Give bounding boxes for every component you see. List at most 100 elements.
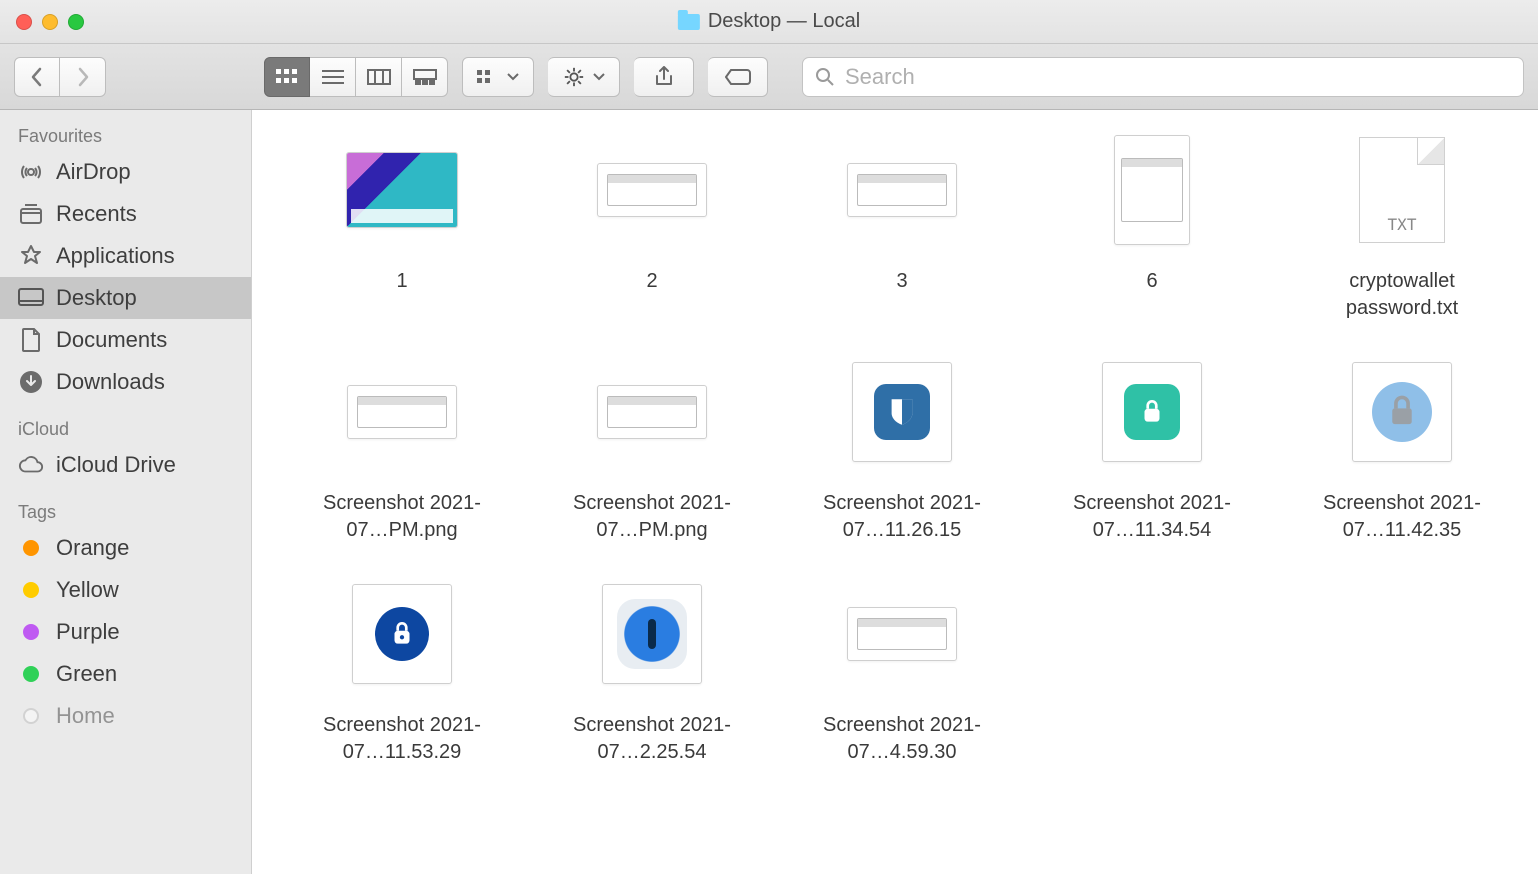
desktop-icon (18, 286, 44, 310)
file-item[interactable]: Screenshot 2021-07…2.25.54 (542, 574, 762, 766)
file-item[interactable]: 1 (292, 130, 512, 322)
file-thumbnail (592, 130, 712, 250)
tag-dot-icon (18, 620, 44, 644)
icloud-icon (18, 453, 44, 477)
file-item[interactable]: Screenshot 2021-07…11.26.15 (792, 352, 1012, 544)
file-thumbnail (342, 352, 462, 472)
sidebar-label: Desktop (56, 285, 137, 311)
file-name: Screenshot 2021-07…11.26.15 (802, 490, 1002, 544)
file-name: Screenshot 2021-07…2.25.54 (552, 712, 752, 766)
file-item[interactable]: 6 (1042, 130, 1262, 322)
window-controls (0, 14, 84, 30)
sidebar-tag-purple[interactable]: Purple (0, 611, 251, 653)
file-item[interactable]: TXT cryptowallet password.txt (1292, 130, 1512, 322)
sidebar-label: Green (56, 661, 117, 687)
file-name: Screenshot 2021-07…PM.png (302, 490, 502, 544)
sidebar-tag-yellow[interactable]: Yellow (0, 569, 251, 611)
back-button[interactable] (14, 57, 60, 97)
forward-button[interactable] (60, 57, 106, 97)
group-icon (477, 70, 499, 84)
column-view-button[interactable] (356, 57, 402, 97)
group-button[interactable] (462, 57, 534, 97)
downloads-icon (18, 370, 44, 394)
recents-icon (18, 202, 44, 226)
file-name: cryptowallet password.txt (1302, 268, 1502, 322)
file-name: 3 (896, 268, 907, 295)
search-input[interactable] (845, 64, 1511, 90)
window-body: Favourites AirDrop Recents Applications … (0, 110, 1538, 874)
sidebar-item-applications[interactable]: Applications (0, 235, 251, 277)
close-button[interactable] (16, 14, 32, 30)
sidebar-label: Applications (56, 243, 175, 269)
sidebar-header-icloud: iCloud (0, 413, 251, 444)
tag-dot-icon (18, 536, 44, 560)
share-button[interactable] (634, 57, 694, 97)
file-item[interactable]: Screenshot 2021-07…PM.png (542, 352, 762, 544)
chevron-left-icon (30, 67, 44, 87)
sidebar-tag-green[interactable]: Green (0, 653, 251, 695)
file-thumbnail (342, 574, 462, 694)
sidebar-item-documents[interactable]: Documents (0, 319, 251, 361)
sidebar-item-airdrop[interactable]: AirDrop (0, 151, 251, 193)
file-grid[interactable]: 1 2 3 6 TXT cryptowallet password.txt Sc… (252, 110, 1538, 874)
icon-view-button[interactable] (264, 57, 310, 97)
chevron-down-icon (593, 73, 605, 81)
sidebar-label: iCloud Drive (56, 452, 176, 478)
applications-icon (18, 244, 44, 268)
toolbar (0, 44, 1538, 110)
share-icon (654, 66, 674, 88)
search-field[interactable] (802, 57, 1524, 97)
sidebar-item-desktop[interactable]: Desktop (0, 277, 251, 319)
sidebar-label: AirDrop (56, 159, 131, 185)
action-button[interactable] (548, 57, 620, 97)
file-thumbnail (1342, 352, 1462, 472)
file-thumbnail (842, 574, 962, 694)
file-thumbnail (592, 574, 712, 694)
grid-icon (276, 69, 298, 85)
minimize-button[interactable] (42, 14, 58, 30)
sidebar-item-downloads[interactable]: Downloads (0, 361, 251, 403)
sidebar-label: Home (56, 703, 115, 729)
file-item[interactable]: 2 (542, 130, 762, 322)
file-thumbnail: TXT (1342, 130, 1462, 250)
tags-button[interactable] (708, 57, 768, 97)
sidebar: Favourites AirDrop Recents Applications … (0, 110, 252, 874)
tag-dot-icon (18, 704, 44, 728)
airdrop-icon (18, 160, 44, 184)
folder-icon (678, 14, 700, 30)
gallery-view-button[interactable] (402, 57, 448, 97)
window-title-text: Desktop — Local (708, 10, 860, 33)
file-name: 6 (1146, 268, 1157, 295)
file-item[interactable]: 3 (792, 130, 1012, 322)
file-name: Screenshot 2021-07…11.53.29 (302, 712, 502, 766)
file-item[interactable]: Screenshot 2021-07…4.59.30 (792, 574, 1012, 766)
sidebar-label: Downloads (56, 369, 165, 395)
sidebar-label: Documents (56, 327, 167, 353)
tag-dot-icon (18, 662, 44, 686)
window-title: Desktop — Local (678, 10, 860, 33)
file-name: 2 (646, 268, 657, 295)
list-view-button[interactable] (310, 57, 356, 97)
sidebar-label: Recents (56, 201, 137, 227)
sidebar-tag-orange[interactable]: Orange (0, 527, 251, 569)
fullscreen-button[interactable] (68, 14, 84, 30)
sidebar-header-favourites: Favourites (0, 120, 251, 151)
file-name: 1 (396, 268, 407, 295)
columns-icon (367, 69, 391, 85)
file-name: Screenshot 2021-07…11.34.54 (1052, 490, 1252, 544)
tag-dot-icon (18, 578, 44, 602)
file-thumbnail (592, 352, 712, 472)
documents-icon (18, 328, 44, 352)
search-icon (815, 67, 835, 87)
gear-icon (563, 66, 585, 88)
file-item[interactable]: Screenshot 2021-07…11.42.35 (1292, 352, 1512, 544)
file-item[interactable]: Screenshot 2021-07…11.53.29 (292, 574, 512, 766)
sidebar-item-recents[interactable]: Recents (0, 193, 251, 235)
sidebar-tag-home[interactable]: Home (0, 695, 251, 737)
file-item[interactable]: Screenshot 2021-07…11.34.54 (1042, 352, 1262, 544)
file-item[interactable]: Screenshot 2021-07…PM.png (292, 352, 512, 544)
file-thumbnail (1092, 130, 1212, 250)
titlebar: Desktop — Local (0, 0, 1538, 44)
file-thumbnail (842, 352, 962, 472)
sidebar-item-icloud-drive[interactable]: iCloud Drive (0, 444, 251, 486)
